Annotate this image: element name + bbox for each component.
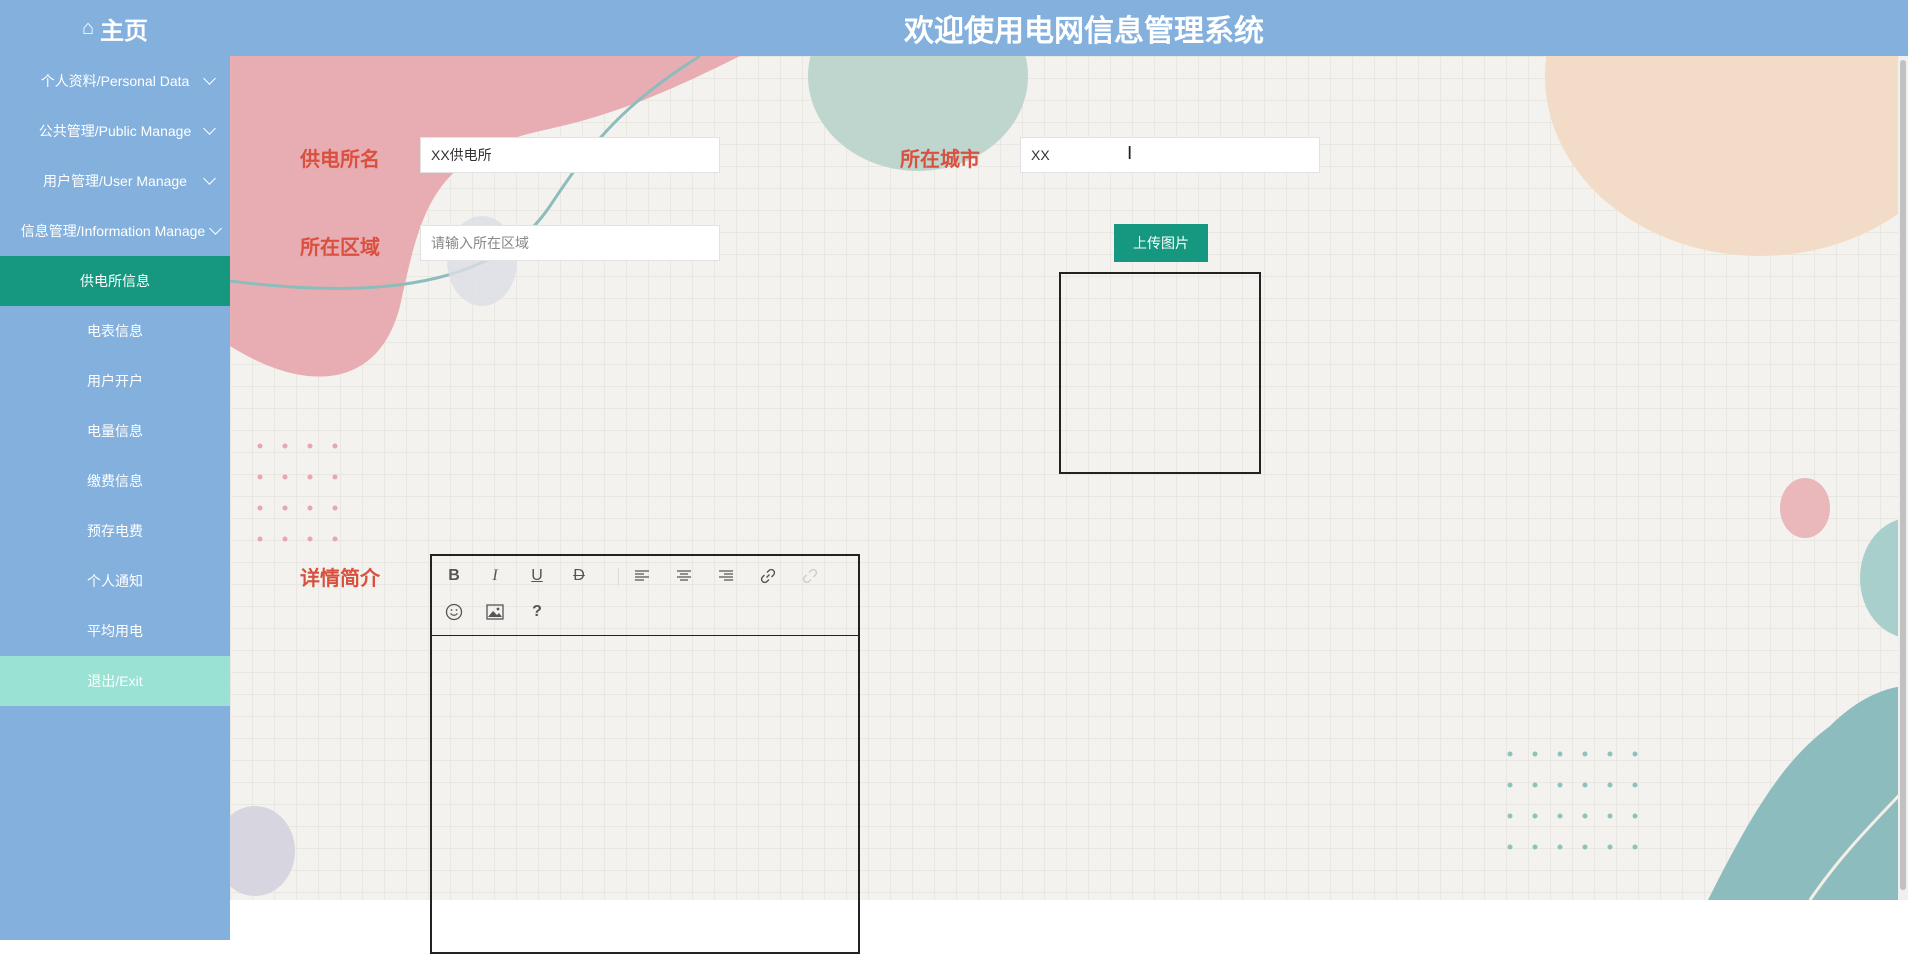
city-label: 所在城市 [900, 149, 980, 171]
chevron-down-icon [209, 222, 222, 235]
image-preview [1059, 272, 1261, 474]
text-cursor-icon: I [1127, 143, 1133, 164]
rich-text-editor: B I U D ? [430, 554, 860, 954]
sidebar-item-label: 缴费信息 [87, 473, 143, 489]
sidebar-item-label: 电量信息 [87, 423, 143, 439]
home-link[interactable]: ⌂ 主页 [0, 0, 230, 56]
grey-circle-bottom [230, 806, 295, 896]
sidebar-item-label: 预存电费 [87, 523, 143, 539]
sidebar-item-prepaid-fee[interactable]: 预存电费 [0, 506, 230, 556]
chevron-down-icon [203, 122, 216, 135]
sidebar-item-label: 供电所信息 [80, 273, 150, 289]
sidebar-item-label: 个人通知 [87, 573, 143, 589]
sidebar-item-average-usage[interactable]: 平均用电 [0, 606, 230, 656]
bold-icon[interactable]: B [442, 564, 466, 588]
chevron-down-icon [203, 172, 216, 185]
align-center-icon[interactable] [672, 564, 696, 588]
sidebar-item-label: 用户开户 [87, 373, 143, 389]
sidebar-item-user-account[interactable]: 用户开户 [0, 356, 230, 406]
pink-circle-right [1780, 478, 1830, 538]
peach-circle-top [1545, 56, 1908, 256]
station-name-input[interactable] [420, 137, 720, 173]
strikethrough-icon[interactable]: D [567, 564, 591, 588]
sidebar-item-notification[interactable]: 个人通知 [0, 556, 230, 606]
home-icon: ⌂ [81, 16, 95, 39]
editor-content-area[interactable] [432, 636, 858, 936]
upload-image-button[interactable]: 上传图片 [1114, 224, 1208, 262]
sidebar-item-label: 用户管理/User Manage [43, 173, 187, 189]
unlink-icon[interactable] [798, 564, 822, 588]
top-bar: ⌂ 主页 欢迎使用电网信息管理系统 [0, 0, 1908, 56]
sidebar-item-station-info[interactable]: 供电所信息 [0, 256, 230, 306]
sidebar-item-label: 退出/Exit [87, 673, 143, 689]
italic-icon[interactable]: I [483, 564, 507, 588]
image-icon[interactable] [483, 600, 507, 624]
detail-label: 详情简介 [300, 568, 380, 590]
sidebar-item-information-manage[interactable]: 信息管理/Information Manage [0, 206, 230, 256]
area-input[interactable] [420, 225, 720, 261]
chevron-down-icon [203, 72, 216, 85]
editor-toolbar: B I U D ? [432, 556, 858, 636]
sidebar-item-exit[interactable]: 退出/Exit [0, 656, 230, 706]
scrollbar-thumb[interactable] [1900, 60, 1906, 890]
sidebar-item-meter-info[interactable]: 电表信息 [0, 306, 230, 356]
sidebar-item-user-manage[interactable]: 用户管理/User Manage [0, 156, 230, 206]
align-left-icon[interactable] [630, 564, 654, 588]
help-icon[interactable]: ? [525, 600, 549, 624]
underline-icon[interactable]: U [525, 564, 549, 588]
sidebar-item-label: 电表信息 [87, 323, 143, 339]
sidebar-item-label: 平均用电 [87, 623, 143, 639]
teal-wave-bottom [1708, 686, 1908, 900]
station-name-label: 供电所名 [300, 149, 380, 171]
page-title: 欢迎使用电网信息管理系统 [904, 15, 1264, 48]
sidebar-item-payment-info[interactable]: 缴费信息 [0, 456, 230, 506]
link-icon[interactable] [756, 564, 780, 588]
scrollbar[interactable] [1898, 56, 1908, 900]
sidebar: 个人资料/Personal Data 公共管理/Public Manage 用户… [0, 56, 230, 940]
sidebar-item-label: 公共管理/Public Manage [38, 123, 192, 139]
area-label: 所在区域 [300, 237, 380, 259]
sidebar-item-label: 信息管理/Information Manage [20, 223, 206, 239]
teal-dot-grid [1507, 751, 1638, 850]
city-input[interactable] [1020, 137, 1320, 173]
toolbar-divider [618, 568, 619, 586]
sidebar-item-public-manage[interactable]: 公共管理/Public Manage [0, 106, 230, 156]
home-label: 主页 [100, 17, 149, 45]
sidebar-item-label: 个人资料/Personal Data [40, 73, 190, 89]
align-right-icon[interactable] [714, 564, 738, 588]
sidebar-item-electricity-info[interactable]: 电量信息 [0, 406, 230, 456]
emoji-icon[interactable] [442, 600, 466, 624]
pink-dot-grid [257, 443, 338, 542]
sidebar-item-personal-data[interactable]: 个人资料/Personal Data [0, 56, 230, 106]
